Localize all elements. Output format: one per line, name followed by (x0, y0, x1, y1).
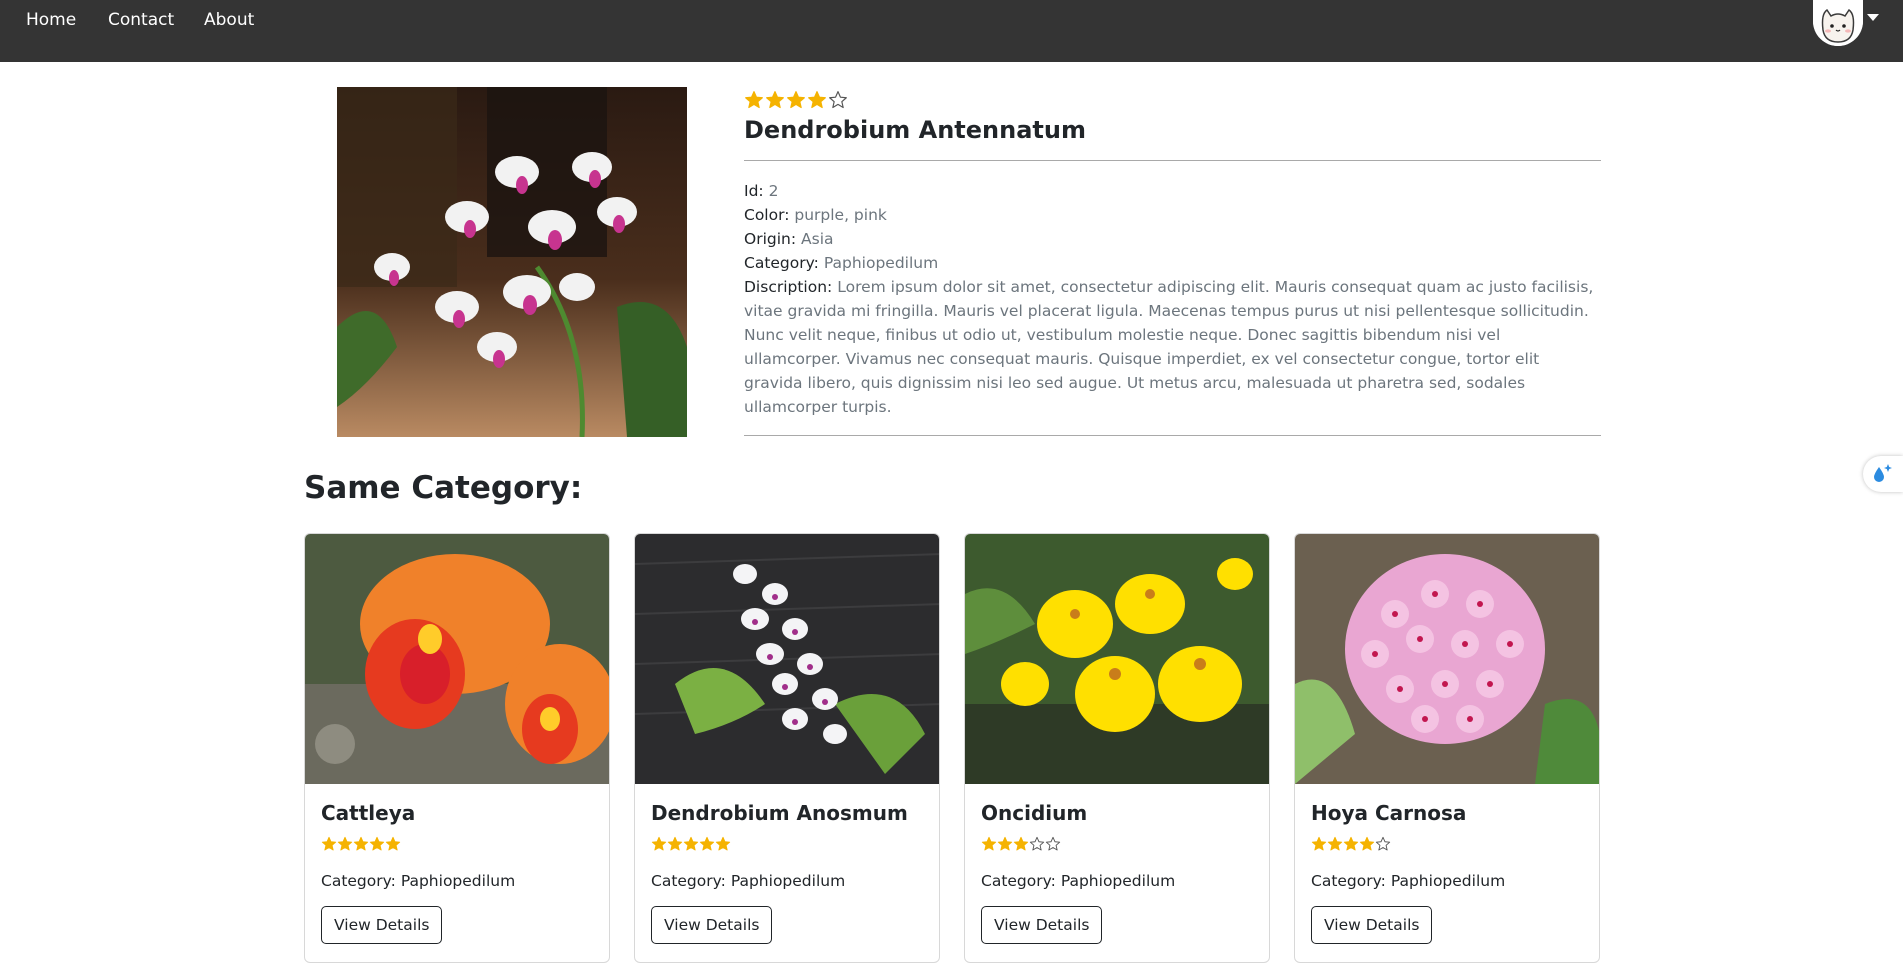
nav-about-link[interactable]: About (204, 10, 254, 30)
chevron-down-icon[interactable] (1867, 14, 1879, 21)
field-category: Category: Paphiopedilum (744, 254, 939, 272)
card-image-oncidium[interactable] (965, 534, 1269, 784)
card-category: Category: Paphiopedilum (981, 872, 1176, 890)
card-rating (321, 836, 593, 852)
star-filled-icon (715, 836, 731, 852)
card-body: Cattleya Category: Paphiopedilum View De… (305, 784, 609, 960)
star-filled-icon (683, 836, 699, 852)
card-title: Cattleya (321, 801, 416, 825)
product-fields: Id: 2 Color: purple, pink Origin: Asia C… (744, 179, 1601, 419)
view-details-button[interactable]: View Details (321, 906, 443, 944)
card-category: Category: Paphiopedilum (321, 872, 516, 890)
divider (744, 160, 1601, 161)
star-filled-icon (337, 836, 353, 852)
cat-avatar-icon (1813, 0, 1863, 46)
card-rating (981, 836, 1253, 852)
card-rating (651, 836, 923, 852)
view-details-button[interactable]: View Details (651, 906, 773, 944)
star-filled-icon (765, 90, 785, 110)
card-rating (1311, 836, 1583, 852)
divider (744, 435, 1601, 436)
star-filled-icon (385, 836, 401, 852)
star-empty-icon (1375, 836, 1391, 852)
view-details-button[interactable]: View Details (981, 906, 1103, 944)
card-category: Category: Paphiopedilum (1311, 872, 1506, 890)
star-filled-icon (321, 836, 337, 852)
product-card: Hoya Carnosa Category: Paphiopedilum Vie… (1294, 533, 1600, 963)
card-image-hoya-carnosa[interactable] (1295, 534, 1599, 784)
star-filled-icon (1359, 836, 1375, 852)
star-filled-icon (744, 90, 764, 110)
star-filled-icon (353, 836, 369, 852)
star-filled-icon (1311, 836, 1327, 852)
star-empty-icon (1029, 836, 1045, 852)
star-empty-icon (1045, 836, 1061, 852)
floating-tool-button[interactable] (1863, 456, 1903, 492)
product-image (337, 87, 687, 437)
star-filled-icon (369, 836, 385, 852)
product-card: Cattleya Category: Paphiopedilum View De… (304, 533, 610, 963)
view-details-button[interactable]: View Details (1311, 906, 1433, 944)
field-id: Id: 2 (744, 182, 779, 200)
nav-home-link[interactable]: Home (26, 10, 76, 30)
star-filled-icon (699, 836, 715, 852)
star-filled-icon (667, 836, 683, 852)
card-title: Hoya Carnosa (1311, 801, 1467, 825)
card-body: Dendrobium Anosmum Category: Paphiopedil… (635, 784, 939, 960)
section-heading: Same Category: (304, 470, 583, 506)
field-origin: Origin: Asia (744, 230, 834, 248)
product-card: Oncidium Category: Paphiopedilum View De… (964, 533, 1270, 963)
star-filled-icon (1327, 836, 1343, 852)
star-filled-icon (1343, 836, 1359, 852)
star-filled-icon (651, 836, 667, 852)
card-title: Oncidium (981, 801, 1088, 825)
star-filled-icon (1013, 836, 1029, 852)
card-category: Category: Paphiopedilum (651, 872, 846, 890)
sparkle-drop-icon (1874, 464, 1892, 482)
top-navbar: Home Contact About (0, 0, 1903, 62)
field-description: Discription: Lorem ipsum dolor sit amet,… (744, 278, 1594, 416)
product-rating (744, 90, 1601, 110)
card-title: Dendrobium Anosmum (651, 801, 908, 825)
star-empty-icon (828, 90, 848, 110)
nav-contact-link[interactable]: Contact (108, 10, 174, 30)
field-color: Color: purple, pink (744, 206, 887, 224)
product-details: Dendrobium Antennatum Id: 2 Color: purpl… (744, 90, 1601, 436)
star-filled-icon (807, 90, 827, 110)
card-image-dendrobium-anosmum[interactable] (635, 534, 939, 784)
card-image-cattleya[interactable] (305, 534, 609, 784)
user-avatar[interactable] (1813, 0, 1863, 46)
star-filled-icon (997, 836, 1013, 852)
star-filled-icon (786, 90, 806, 110)
star-filled-icon (981, 836, 997, 852)
card-body: Hoya Carnosa Category: Paphiopedilum Vie… (1295, 784, 1599, 960)
product-title: Dendrobium Antennatum (744, 116, 1086, 144)
product-card: Dendrobium Anosmum Category: Paphiopedil… (634, 533, 940, 963)
card-body: Oncidium Category: Paphiopedilum View De… (965, 784, 1269, 960)
